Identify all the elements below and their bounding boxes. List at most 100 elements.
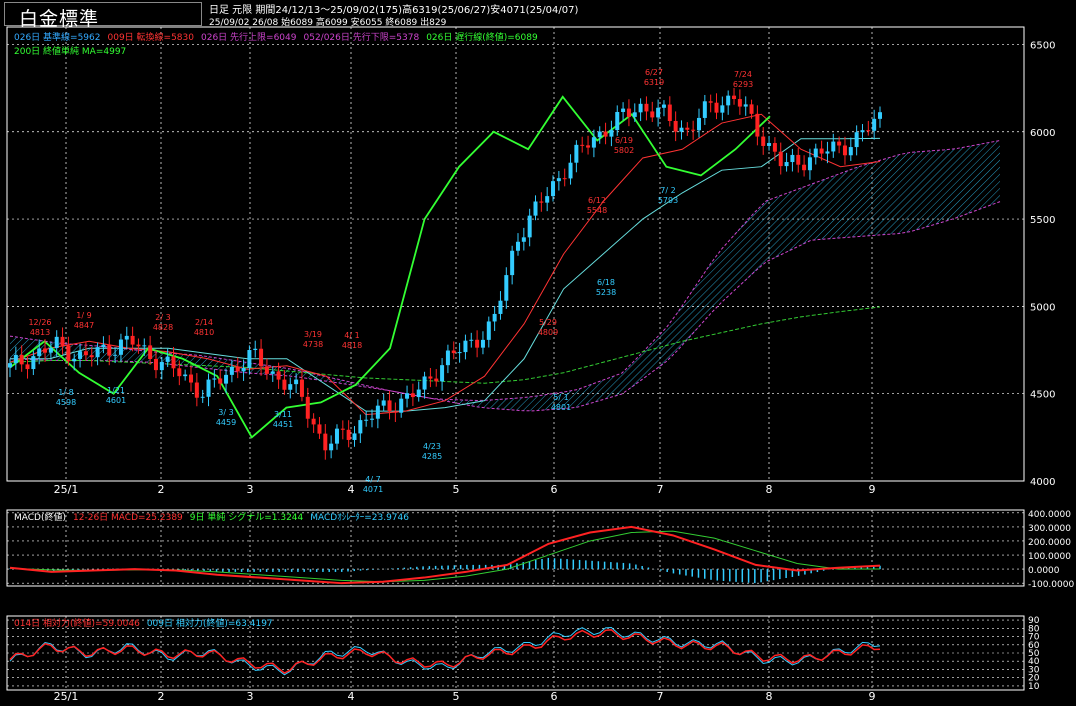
candle-body xyxy=(551,181,556,197)
y-tick-label: 4000 xyxy=(1030,477,1055,488)
extreme-date-label: 12/26 xyxy=(28,318,51,327)
candle-body xyxy=(241,367,246,372)
candle-body xyxy=(574,144,579,163)
candle-body xyxy=(831,141,836,152)
candle-body xyxy=(95,347,100,358)
candle-body xyxy=(60,336,65,346)
candle-body xyxy=(562,178,567,180)
candle-body xyxy=(171,356,176,369)
candle-body xyxy=(299,379,304,397)
macd-legend-item: MACD(終値) xyxy=(14,513,67,523)
extreme-date-label: 4/23 xyxy=(423,442,441,451)
main-legend-ma: 200日 終値単純 MA=4997 xyxy=(14,44,133,57)
main-legend: 026日 基準線=5962 009日 転換線=5830 026日 先行上限=6049… xyxy=(14,30,545,43)
x-tick-label: 6 xyxy=(551,483,558,496)
macd-y-tick-label: 300.0000 xyxy=(1028,524,1071,534)
extreme-date-label: 4/ 7 xyxy=(365,475,380,484)
rsi-x-tick-label: 25/1 xyxy=(54,690,79,703)
candle-body xyxy=(381,400,386,406)
extreme-date-label: 3/11 xyxy=(274,410,292,419)
extreme-price-label: 5238 xyxy=(596,288,616,297)
candle-body xyxy=(656,107,661,118)
candle-body xyxy=(43,348,48,353)
candle-body xyxy=(767,143,772,146)
candle-body xyxy=(626,108,631,117)
candle-body xyxy=(702,101,707,118)
candle-body xyxy=(329,443,334,451)
candle-body xyxy=(527,215,532,238)
extreme-date-label: 6/18 xyxy=(597,278,615,287)
candle-body xyxy=(650,111,655,118)
candle-body xyxy=(83,351,88,356)
extreme-price-label: 4598 xyxy=(56,398,76,407)
candle-body xyxy=(638,103,643,113)
candle-body xyxy=(358,420,363,434)
candle-body xyxy=(8,363,12,368)
candle-body xyxy=(13,354,18,364)
candle-body xyxy=(825,151,830,154)
candle-body xyxy=(749,104,754,114)
extreme-date-label: 1/21 xyxy=(107,386,125,395)
candle-body xyxy=(177,368,182,377)
candle-body xyxy=(428,376,433,379)
candle-body xyxy=(235,366,240,372)
macd-y-tick-label: 200.0000 xyxy=(1028,538,1071,548)
candle-body xyxy=(183,374,188,377)
macd-legend: MACD(終値) 12-26日 MACD=25.2389 9日 単純 シグナル=1.… xyxy=(14,510,416,523)
candle-body xyxy=(848,147,853,156)
candle-body xyxy=(410,393,415,398)
candle-body xyxy=(136,344,141,347)
candle-body xyxy=(370,418,375,420)
extreme-price-label: 4801 xyxy=(551,403,571,412)
candle-body xyxy=(457,352,462,354)
candle-body xyxy=(667,104,672,121)
rsi-x-tick-label: 5 xyxy=(453,690,460,703)
candle-body xyxy=(276,371,281,380)
candle-body xyxy=(813,148,818,158)
extreme-price-label: 4810 xyxy=(194,328,214,337)
candle-body xyxy=(78,351,83,359)
rsi-x-tick-label: 9 xyxy=(869,690,876,703)
candle-body xyxy=(778,151,783,167)
candle-body xyxy=(200,396,205,398)
candle-body xyxy=(492,313,497,322)
candle-body xyxy=(224,374,229,384)
candle-body xyxy=(159,361,164,371)
candle-body xyxy=(130,335,135,345)
candle-body xyxy=(31,356,36,370)
macd-y-tick-label: 0.0000 xyxy=(1028,566,1060,576)
extreme-price-label: 4809 xyxy=(538,328,558,337)
candle-body xyxy=(696,117,701,131)
rsi-legend: 014日 相対力(終値)=59.0046 009日 相対力(終値)=63.4197 xyxy=(14,616,280,629)
candle-body xyxy=(25,364,30,370)
extreme-price-label: 4601 xyxy=(106,396,126,405)
candle-body xyxy=(393,411,398,413)
candle-body xyxy=(107,344,112,356)
extreme-price-label: 4738 xyxy=(303,340,323,349)
candle-body xyxy=(615,111,620,131)
extreme-date-label: 5/29 xyxy=(539,318,557,327)
extreme-date-label: 7/24 xyxy=(734,70,752,79)
candle-body xyxy=(148,345,153,360)
candle-body xyxy=(422,376,427,390)
candle-body xyxy=(72,358,77,362)
candle-body xyxy=(323,433,328,451)
x-tick-label: 2 xyxy=(158,483,165,496)
candle-body xyxy=(101,344,106,348)
chart-canvas: 40004500500055006000650012/2648131/ 8459… xyxy=(6,26,1074,703)
extreme-price-label: 4847 xyxy=(74,321,94,330)
candle-body xyxy=(539,201,544,203)
candle-body xyxy=(270,371,275,374)
extreme-date-label: 6/27 xyxy=(645,68,663,77)
y-tick-label: 6500 xyxy=(1030,40,1055,51)
extreme-date-label: 3/19 xyxy=(304,330,322,339)
candle-body xyxy=(480,339,485,348)
candle-body xyxy=(247,350,252,368)
candle-body xyxy=(807,157,812,171)
candle-body xyxy=(737,99,742,107)
x-tick-label: 25/1 xyxy=(54,483,79,496)
candle-body xyxy=(399,398,404,413)
candle-body xyxy=(866,130,871,132)
y-tick-label: 5000 xyxy=(1030,302,1055,313)
candle-body xyxy=(732,95,737,100)
